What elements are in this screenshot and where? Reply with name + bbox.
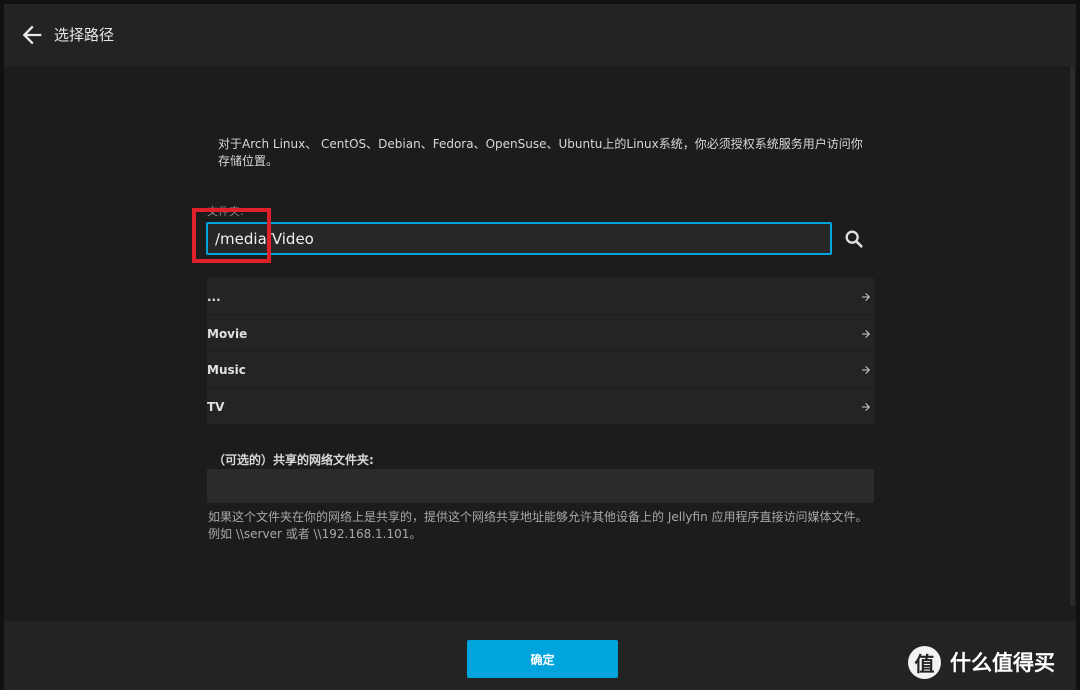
arrow-right-icon — [860, 325, 872, 338]
dialog-header: 选择路径 — [4, 4, 1076, 66]
instruction-text: 对于Arch Linux、 CentOS、Debian、Fedora、OpenS… — [218, 137, 863, 168]
search-icon — [845, 230, 863, 248]
network-share-input[interactable] — [207, 469, 874, 503]
directory-list: ... Movie Music TV — [207, 278, 874, 424]
directory-label: TV — [207, 399, 225, 414]
directory-item-tv[interactable]: TV — [207, 388, 874, 425]
scrollbar-thumb[interactable] — [1070, 66, 1075, 606]
network-share-help-text: 如果这个文件夹在你的网络上是共享的，提供这个网络共享地址能够允许其他设备上的 J… — [208, 510, 868, 541]
scrollbar[interactable] — [1069, 66, 1076, 606]
page-title: 选择路径 — [54, 26, 115, 44]
folder-path-input[interactable] — [206, 222, 832, 255]
arrow-right-icon — [860, 398, 872, 411]
search-button[interactable] — [843, 228, 865, 250]
select-path-dialog: 选择路径 对于Arch Linux、 CentOS、Debian、Fedora、… — [4, 4, 1076, 690]
directory-item-parent[interactable]: ... — [207, 278, 874, 315]
arrow-left-icon — [22, 25, 42, 45]
watermark-text: 什么值得买 — [950, 651, 1055, 675]
directory-label: Music — [207, 363, 246, 377]
directory-item-music[interactable]: Music — [207, 351, 874, 388]
directory-label: ... — [207, 290, 221, 304]
ok-button[interactable]: 确定 — [467, 640, 618, 678]
network-share-label: （可选的）共享的网络文件夹: — [213, 453, 374, 467]
smzdm-watermark: 值 什么值得买 — [908, 645, 1055, 679]
folder-label: 文件夹: — [207, 205, 244, 218]
arrow-right-icon — [860, 361, 872, 374]
back-button[interactable] — [18, 21, 46, 49]
arrow-right-icon — [860, 288, 872, 301]
directory-label: Movie — [207, 326, 248, 341]
directory-item-movie[interactable]: Movie — [207, 315, 874, 351]
watermark-logo-icon: 值 — [908, 645, 941, 679]
